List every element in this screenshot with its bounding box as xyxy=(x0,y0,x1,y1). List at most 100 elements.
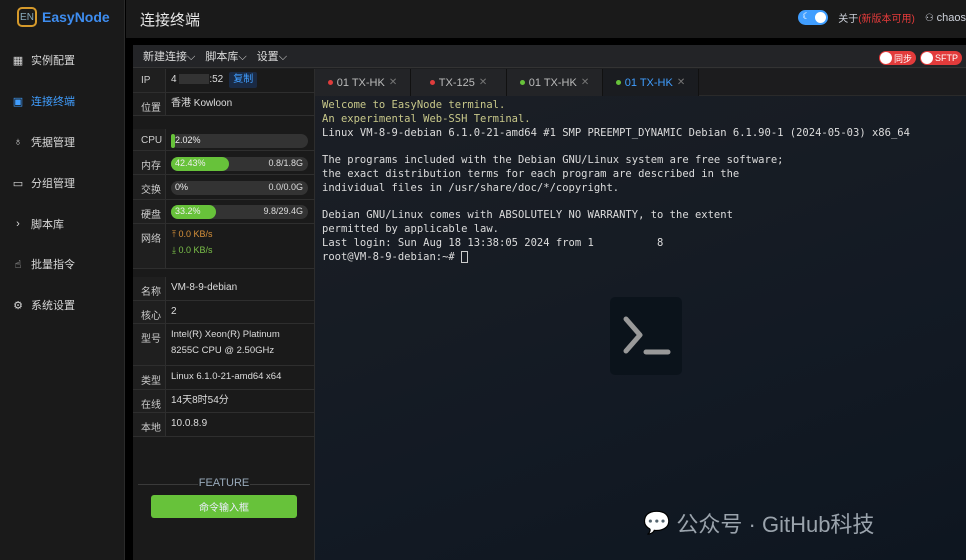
swap-label: 交换 xyxy=(133,175,166,199)
ip-label: IP xyxy=(133,69,166,92)
disk-value: 33.2% xyxy=(175,206,201,216)
hostname-value: VM-8-9-debian xyxy=(171,282,238,293)
cores-label: 核心 xyxy=(133,301,166,323)
feature-heading: FEATURE xyxy=(133,477,315,489)
cores-value: 2 xyxy=(171,306,177,317)
user-menu[interactable]: ⚇ chaos xyxy=(925,12,966,24)
swap-used: 0.0/0.0G xyxy=(268,182,303,192)
scripts-menu[interactable]: 脚本库⌵ xyxy=(205,48,246,64)
status-dot xyxy=(327,80,333,85)
close-icon[interactable]: ✕ xyxy=(389,77,397,88)
sidebar-item-settings[interactable]: ⚙ 系统设置 xyxy=(0,293,125,317)
toolbar: 新建连接⌵ 脚本库⌵ 设置⌵ xyxy=(133,45,966,68)
sidebar-item-label: 凭据管理 xyxy=(31,137,75,149)
local-ip-value: 10.0.8.9 xyxy=(171,418,208,429)
tab-session-4[interactable]: 01 TX-HK ✕ xyxy=(603,69,699,96)
tab-session-3[interactable]: 01 TX-HK ✕ xyxy=(507,69,603,96)
disk-label: 硬盘 xyxy=(133,200,166,223)
sync-label: 同步 xyxy=(893,53,912,64)
terminal-output[interactable]: Welcome to EasyNode terminal. An experime… xyxy=(315,96,966,268)
grid-icon: ▦ xyxy=(12,54,24,67)
disk-used: 9.8/29.4G xyxy=(263,206,303,216)
swap-bar: 0% 0.0/0.0G xyxy=(171,181,308,195)
new-connection-menu[interactable]: 新建连接⌵ xyxy=(143,48,195,64)
chevron-right-icon: › xyxy=(16,218,20,230)
copy-ip-button[interactable]: 复制 xyxy=(229,72,258,88)
disk-bar: 33.2% 9.8/29.4G xyxy=(171,205,308,219)
cursor xyxy=(461,250,469,263)
server-info-panel: IP 4 :52 复制 位置 香港 Kowloon CPU 2.02% 内存 42.4… xyxy=(133,69,315,560)
folder-icon: ▭ xyxy=(12,177,24,190)
sidebar-item-batch[interactable]: ☝ 批量指令 xyxy=(0,252,125,276)
sidebar-item-terminal[interactable]: ▣ 连接终端 xyxy=(0,89,125,113)
cpu-bar: 2.02% xyxy=(171,134,308,148)
status-dot xyxy=(519,80,525,85)
cpu-model-value: Intel(R) Xeon(R) Platinum 8255C CPU @ 2.… xyxy=(171,329,280,356)
network-label: 网络 xyxy=(133,224,166,268)
local-ip-label: 本地 xyxy=(133,413,166,436)
app-name: EasyNode xyxy=(42,9,110,25)
uptime-value: 14天8时54分 xyxy=(171,395,229,406)
memory-bar: 42.43% 0.8/1.8G xyxy=(171,157,308,171)
command-input-button[interactable]: 命令输入框 xyxy=(151,495,297,518)
update-badge: (新版本可用) xyxy=(858,14,915,25)
swap-value: 0% xyxy=(175,182,189,192)
sidebar-item-groups[interactable]: ▭ 分组管理 xyxy=(0,171,125,195)
watermark: 💬 公众号 · GitHub科技 xyxy=(643,510,875,537)
close-icon[interactable]: ✕ xyxy=(677,77,685,88)
sidebar-item-credentials[interactable]: ♁ 凭据管理 xyxy=(0,130,125,154)
download-speed: ⤓ 0.0 KB/s xyxy=(172,245,213,255)
moon-icon: ☾ xyxy=(802,11,811,21)
terminal-icon: ▣ xyxy=(12,95,24,108)
cpu-model-label: 型号 xyxy=(133,324,166,365)
session-tabs: 01 TX-HK ✕ TX-125 ✕ 01 TX-HK ✕ 01 TX-HK ✕ xyxy=(315,69,966,96)
sftp-toggle[interactable]: SFTP xyxy=(919,51,962,65)
cpu-value: 2.02% xyxy=(175,135,201,145)
memory-used: 0.8/1.8G xyxy=(268,158,303,168)
sidebar-item-scripts[interactable]: › 脚本库 xyxy=(0,212,125,236)
sidebar-item-label: 脚本库 xyxy=(31,219,64,231)
pointer-hand-icon: ☝ xyxy=(14,258,22,271)
status-dot xyxy=(429,80,435,85)
os-type-label: 类型 xyxy=(133,366,166,389)
sidebar: EN EasyNode ▦ 实例配置 ▣ 连接终端 ♁ 凭据管理 ▭ 分组管理 › 脚本库… xyxy=(0,0,125,560)
close-icon[interactable]: ✕ xyxy=(581,77,589,88)
uptime-label: 在线 xyxy=(133,390,166,412)
upload-speed: ⤒ 0.0 KB/s xyxy=(172,229,213,239)
terminal-panel: 新建连接⌵ 脚本库⌵ 设置⌵ 同步 SFTP IP 4 :52 复制 位置 香港 Ko… xyxy=(133,45,966,560)
settings-menu[interactable]: 设置⌵ xyxy=(257,48,287,64)
tab-session-2[interactable]: TX-125 ✕ xyxy=(411,69,507,96)
prompt: root@VM-8-9-debian:~# xyxy=(322,250,462,263)
ip-value: 4 xyxy=(171,74,177,85)
gear-icon: ⚙ xyxy=(13,299,23,312)
sidebar-item-label: 分组管理 xyxy=(31,178,75,190)
username: chaos xyxy=(936,11,966,24)
close-icon[interactable]: ✕ xyxy=(479,77,487,88)
location-label: 位置 xyxy=(133,93,166,115)
dark-mode-toggle[interactable]: ☾ xyxy=(798,10,829,25)
key-icon: ♁ xyxy=(13,136,23,148)
header: 连接终端 ☾ 关于(新版本可用) ⚇ chaos xyxy=(126,0,966,38)
os-type-value: Linux 6.1.0-21-amd64 x64 xyxy=(171,371,282,382)
page-title: 连接终端 xyxy=(140,11,201,29)
cpu-label: CPU xyxy=(133,129,166,150)
logo-icon: EN xyxy=(17,7,37,27)
terminal-area[interactable]: 01 TX-HK ✕ TX-125 ✕ 01 TX-HK ✕ 01 TX-HK ✕ We… xyxy=(315,69,966,560)
wechat-icon: 💬 xyxy=(643,510,671,535)
ip-suffix: :52 xyxy=(209,74,224,85)
sync-toggle[interactable]: 同步 xyxy=(878,51,916,65)
location-value: 香港 Kowloon xyxy=(171,98,233,109)
sidebar-item-instances[interactable]: ▦ 实例配置 xyxy=(0,48,125,72)
sidebar-item-label: 实例配置 xyxy=(31,55,75,67)
tab-session-1[interactable]: 01 TX-HK ✕ xyxy=(315,69,411,96)
memory-value: 42.43% xyxy=(175,158,206,168)
user-icon: ⚇ xyxy=(924,12,934,24)
sidebar-item-label: 批量指令 xyxy=(31,259,75,271)
hostname-label: 名称 xyxy=(133,277,166,300)
memory-label: 内存 xyxy=(133,151,166,174)
sidebar-item-label: 连接终端 xyxy=(31,96,75,108)
about-label: 关于 xyxy=(838,14,859,25)
terminal-logo-icon xyxy=(610,297,682,375)
logo[interactable]: EN EasyNode xyxy=(17,7,110,27)
about-link[interactable]: 关于(新版本可用) xyxy=(838,10,915,25)
